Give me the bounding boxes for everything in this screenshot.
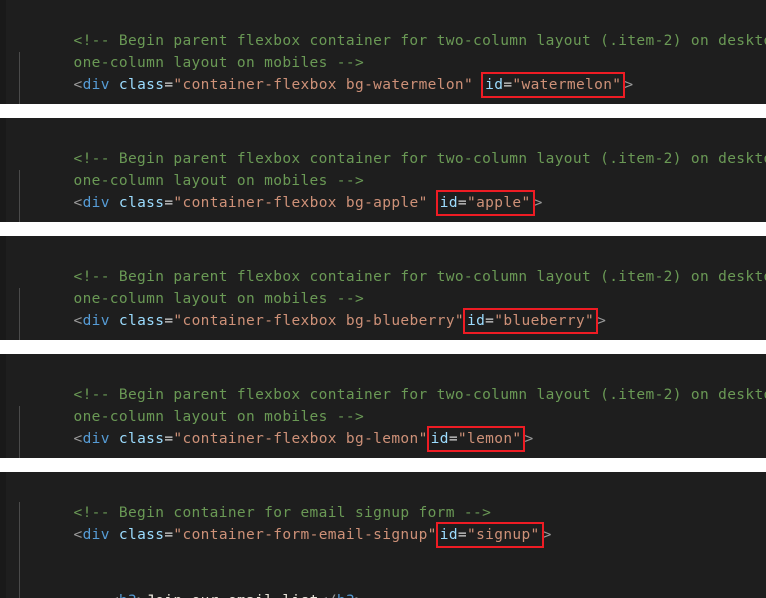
highlight-box-id-attribute: id="blueberry" bbox=[465, 310, 596, 332]
comment-line: <!-- Begin parent flexbox container for … bbox=[0, 244, 766, 285]
comment-line-continued: one-column layout on mobiles --> bbox=[0, 148, 766, 189]
code-block-lemon: <!-- Begin parent flexbox container for … bbox=[0, 354, 766, 458]
attr-equals: = bbox=[448, 431, 458, 447]
h3-close-bracket: </ bbox=[319, 593, 337, 598]
comment-line: <!-- Begin parent flexbox container for … bbox=[0, 126, 766, 167]
div-open-tag-line: <div class="container-flexbox bg-waterme… bbox=[0, 52, 766, 93]
div-open-tag-line: <div class="container-flexbox bg-blueber… bbox=[0, 288, 766, 329]
attr-equals: = bbox=[485, 313, 495, 329]
comment-line-continued: one-column layout on mobiles --> bbox=[0, 30, 766, 71]
id-attr-name: id bbox=[439, 195, 458, 211]
id-attr-name: id bbox=[439, 527, 458, 543]
code-block-apple: <!-- Begin parent flexbox container for … bbox=[0, 118, 766, 222]
h3-close-tag-name: h3 bbox=[337, 593, 355, 598]
id-attr-name: id bbox=[485, 77, 504, 93]
highlight-box-id-attribute: id="watermelon" bbox=[483, 74, 623, 96]
div-open-tag-line: <div class="container-form-email-signup"… bbox=[0, 502, 766, 543]
h3-heading-line: <h3>Join our email list</h3> bbox=[0, 568, 766, 598]
block-gap bbox=[0, 340, 766, 354]
id-attr-value: "blueberry" bbox=[494, 313, 595, 329]
h3-heading-text: Join our email list bbox=[146, 593, 319, 598]
block-gap bbox=[0, 104, 766, 118]
h3-close-bracket-close: > bbox=[355, 593, 364, 598]
id-attr-name: id bbox=[430, 431, 449, 447]
div-open-tag-line: <div class="container-flexbox bg-lemon" i… bbox=[0, 406, 766, 447]
comment-line-continued: one-column layout on mobiles --> bbox=[0, 384, 766, 425]
h3-open-bracket: < bbox=[110, 593, 119, 598]
attr-equals: = bbox=[457, 195, 468, 211]
h3-indent bbox=[73, 593, 109, 598]
attr-equals: = bbox=[457, 527, 467, 543]
highlight-box-id-attribute: id="signup" bbox=[438, 524, 542, 546]
id-attr-value: "apple" bbox=[467, 195, 531, 211]
div-open-tag-line: <div class="container-flexbox bg-apple" … bbox=[0, 170, 766, 211]
highlight-box-id-attribute: id="apple" bbox=[438, 192, 533, 214]
id-attr-value: "watermelon" bbox=[512, 77, 622, 93]
highlight-box-id-attribute: id="lemon" bbox=[429, 428, 524, 450]
comment-line: <!-- Begin container for email signup fo… bbox=[0, 480, 766, 521]
comment-line: <!-- Begin parent flexbox container for … bbox=[0, 8, 766, 49]
code-block-watermelon: <!-- Begin parent flexbox container for … bbox=[0, 0, 766, 104]
comment-line: <!-- Begin parent flexbox container for … bbox=[0, 362, 766, 403]
h3-tag-name: h3 bbox=[119, 593, 137, 598]
block-gap bbox=[0, 458, 766, 472]
id-attr-value: "lemon" bbox=[457, 431, 522, 447]
id-attr-name: id bbox=[466, 313, 486, 329]
id-attr-value: "signup" bbox=[467, 527, 540, 543]
code-block-blueberry: <!-- Begin parent flexbox container for … bbox=[0, 236, 766, 340]
h3-open-bracket-close: > bbox=[137, 593, 146, 598]
code-snippet-stack: <!-- Begin parent flexbox container for … bbox=[0, 0, 766, 598]
code-block-signup: <!-- Begin container for email signup fo… bbox=[0, 472, 766, 598]
block-gap bbox=[0, 222, 766, 236]
comment-line-continued: one-column layout on mobiles --> bbox=[0, 266, 766, 307]
